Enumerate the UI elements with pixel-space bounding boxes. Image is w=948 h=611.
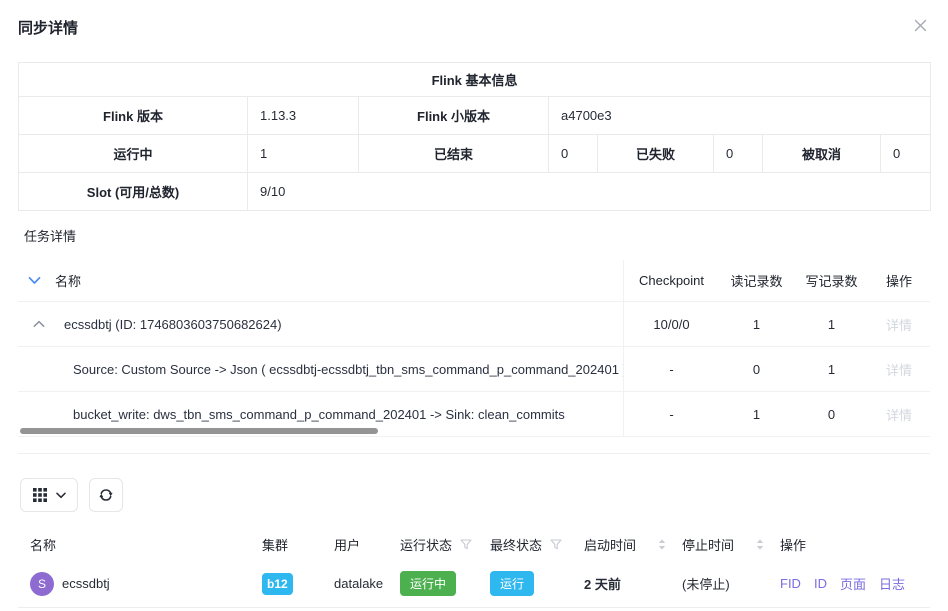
filter-funnel-icon[interactable] [550,539,562,550]
task-row-source: Source: Custom Source -> Json ( ecssdbtj… [18,347,930,392]
table-toolbar [20,478,948,512]
task-checkpoint: - [624,407,719,422]
page-link[interactable]: 页面 [840,574,866,593]
col-header-user: 用户 [334,535,400,554]
task-name: Source: Custom Source -> Json ( ecssdbtj… [73,362,623,377]
task-write-count: 1 [794,362,869,377]
task-write-count: 0 [794,407,869,422]
col-header-name: 名称 [55,271,81,290]
column-settings-button[interactable] [20,478,78,512]
grid-icon [33,488,47,502]
flink-info-table: Flink 基本信息 Flink 版本 1.13.3 Flink 小版本 a47… [18,62,931,211]
col-header-write-records: 写记录数 [794,271,869,290]
task-read-count: 0 [719,362,794,377]
col-header-final-status: 最终状态 [490,535,542,554]
failed-value: 0 [714,135,763,173]
id-link[interactable]: ID [814,576,827,591]
collapse-chevron-up-icon[interactable] [33,320,45,328]
failed-label: 已失败 [598,135,714,173]
sorter-carets-icon[interactable] [658,539,666,550]
horizontal-scrollbar-thumb[interactable] [20,428,378,434]
job-list-table: 名称 集群 用户 运行状态 最终状态 启动时间 [18,528,930,608]
col-header-name: 名称 [30,535,262,554]
cancelled-label: 被取消 [763,135,881,173]
running-label: 运行中 [19,135,248,173]
slot-label: Slot (可用/总数) [19,173,248,211]
task-row-job: ecssdbtj (ID: 1746803603750682624) 10/0/… [18,302,930,347]
log-link[interactable]: 日志 [879,574,905,593]
chevron-down-icon [56,492,66,499]
finished-value: 0 [549,135,598,173]
expand-all-chevron-down-icon[interactable] [28,276,41,285]
task-name: bucket_write: dws_tbn_sms_command_p_comm… [73,407,565,422]
col-header-start-time: 启动时间 [584,535,636,554]
job-start-time: 2 天前 [584,574,682,593]
task-write-count: 1 [794,317,869,332]
run-status-badge: 运行中 [400,571,456,596]
col-header-stop-time: 停止时间 [682,535,734,554]
job-name: ecssdbtj [62,576,110,591]
finished-label: 已结束 [359,135,549,173]
filter-funnel-icon[interactable] [460,539,472,550]
job-table-header: 名称 集群 用户 运行状态 最终状态 启动时间 [18,528,930,560]
cancelled-value: 0 [881,135,931,173]
task-detail-button[interactable]: 详情 [886,360,912,379]
fid-link[interactable]: FID [780,576,801,591]
refresh-button[interactable] [89,478,123,512]
task-detail-button[interactable]: 详情 [886,315,912,334]
section-divider [18,453,930,454]
col-header-cluster: 集群 [262,535,334,554]
task-checkpoint: 10/0/0 [624,317,719,332]
task-section-title: 任务详情 [24,226,948,245]
sync-detail-drawer: 同步详情 Flink 基本信息 Flink 版本 1.13.3 Flink 小版… [0,0,948,611]
col-header-run-status: 运行状态 [400,535,452,554]
cluster-tag: b12 [262,573,293,595]
sorter-carets-icon[interactable] [756,539,764,550]
flink-info-title: Flink 基本信息 [19,63,931,97]
task-detail-button[interactable]: 详情 [886,405,912,424]
col-header-actions: 操作 [780,535,930,554]
refresh-icon [98,487,114,503]
job-user: datalake [334,576,400,591]
flink-minor-version-value: a4700e3 [549,97,931,135]
task-read-count: 1 [719,317,794,332]
job-stop-time: (未停止) [682,574,780,593]
flink-version-value: 1.13.3 [248,97,359,135]
col-header-actions: 操作 [869,271,929,290]
final-status-badge: 运行 [490,571,534,596]
job-row: S ecssdbtj b12 datalake 运行中 运行 2 天前 (未停止… [18,560,930,608]
close-icon [913,21,928,36]
task-table-header: 名称 Checkpoint 读记录数 写记录数 操作 [18,260,930,302]
col-header-checkpoint: Checkpoint [624,273,719,288]
task-name: ecssdbtj (ID: 1746803603750682624) [64,317,282,332]
drawer-header: 同步详情 [0,0,948,38]
flink-version-label: Flink 版本 [19,97,248,135]
flink-minor-version-label: Flink 小版本 [359,97,549,135]
task-read-count: 1 [719,407,794,422]
task-detail-table: 名称 Checkpoint 读记录数 写记录数 操作 ecssdbtj (ID:… [18,260,930,437]
slot-value: 9/10 [248,173,931,211]
avatar: S [30,572,54,596]
col-header-read-records: 读记录数 [719,271,794,290]
running-value: 1 [248,135,359,173]
close-button[interactable] [911,16,930,38]
task-checkpoint: - [624,362,719,377]
page-title: 同步详情 [18,17,78,38]
